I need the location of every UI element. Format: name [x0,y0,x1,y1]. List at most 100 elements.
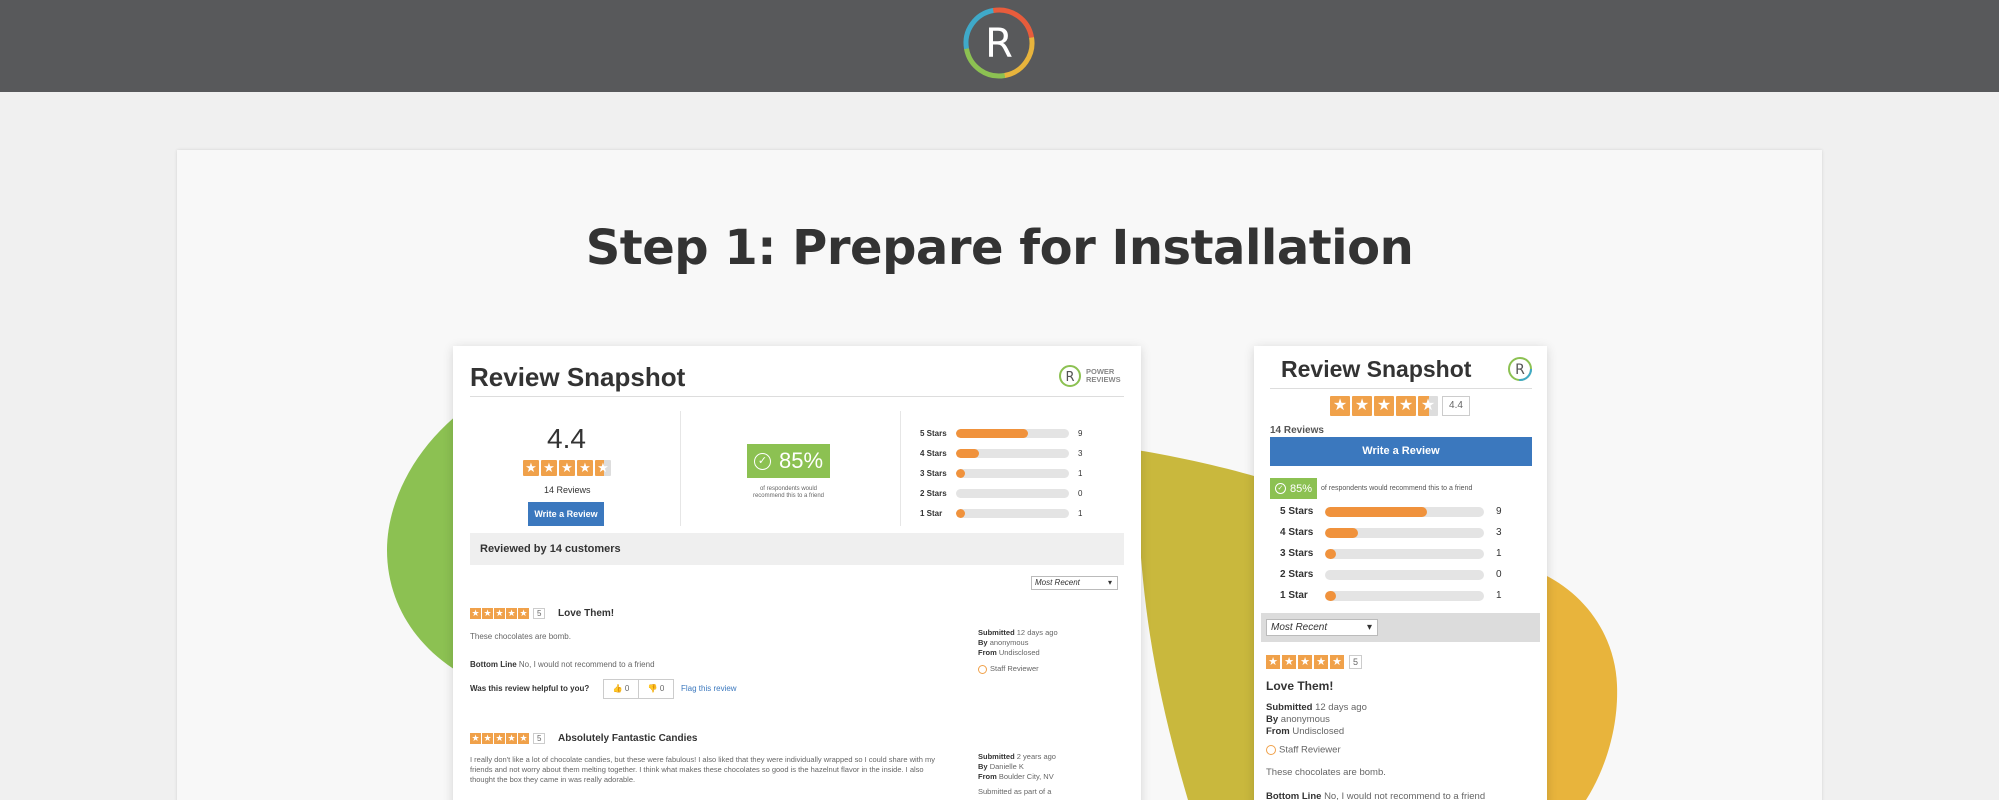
half-star-icon: ★ [1418,396,1438,416]
review-bottom-line: Bottom Line No, I would not recommend to… [470,659,940,670]
histogram-row[interactable]: 3 Stars 1 [1280,548,1502,559]
helpful-yes-button[interactable]: 👍 0 [603,679,639,699]
histogram-count: 9 [1496,506,1502,517]
histogram-bar [956,429,1069,438]
staff-reviewer-badge: Staff Reviewer [990,664,1039,673]
from-value: Undisclosed [998,648,1040,657]
write-review-button[interactable]: Write a Review [1270,437,1532,466]
star-icon: ★ [1330,655,1344,669]
helpful-no-button[interactable]: 👎 0 [638,679,674,699]
histogram-row[interactable]: 5 Stars 9 [920,429,1082,438]
average-stars: ★ ★ ★ ★ ★ [523,460,611,476]
from-value: Boulder City, NV [998,772,1054,781]
star-icon: ★ [1266,655,1280,669]
mobile-review-snapshot: Review Snapshot R ★ ★ ★ ★ ★ 4.4 14 Revie… [1254,346,1547,800]
review-bottom-line: Bottom Line No, I would not recommend to… [1266,791,1485,800]
histogram-row[interactable]: 4 Stars 3 [1280,527,1502,538]
histogram-label: 5 Stars [1280,506,1314,517]
histogram-bar-fill [956,469,965,478]
helpful-question: Was this review helpful to you? [470,684,590,693]
pr-ring-icon: R [1508,357,1532,381]
star-icon: ★ [506,733,517,744]
histogram-count: 0 [1078,489,1083,498]
histogram-bar [1325,569,1484,580]
submitted-value: 2 years ago [1016,752,1056,761]
sort-value: Most Recent [1035,578,1080,587]
histogram-row[interactable]: 3 Stars 1 [920,469,1082,478]
submitted-label: Submitted [978,752,1015,761]
review-body: I really don't like a lot of chocolate c… [470,755,936,784]
recommend-text: of respondents would recommend this to a… [1321,485,1473,492]
histogram-row[interactable]: 1 Star 1 [1280,590,1502,601]
histogram-row[interactable]: 2 Stars 0 [1280,569,1502,580]
sort-value: Most Recent [1271,622,1328,633]
sort-select[interactable]: Most Recent ▾ [1031,576,1118,590]
histogram-label: 3 Stars [1280,548,1314,559]
top-bar: R [0,0,1999,92]
submitted-as-part-text: Submitted as part of a [978,787,1052,796]
star-icon: ★ [1314,655,1328,669]
review-headline: Absolutely Fantastic Candies [558,733,698,744]
histogram-row[interactable]: 2 Stars 0 [920,489,1082,498]
recommend-text-line: of respondents would [759,486,818,492]
histogram-row[interactable]: 5 Stars 9 [1280,506,1502,517]
helpful-no-count: 0 [659,684,665,693]
histogram-label: 5 Stars [920,429,947,438]
average-rating: 4.4 [1442,396,1470,416]
staff-reviewer-row: Staff Reviewer [1266,745,1341,756]
chevron-down-icon: ▾ [1366,622,1372,633]
check-icon: ✓ [753,452,771,470]
histogram-bar [956,449,1069,458]
star-icon: ★ [559,460,575,476]
by-value: anonymous [989,638,1029,647]
gold-blob-shape [1545,575,1618,800]
bottom-line-label: Bottom Line [1266,791,1322,800]
histogram-count: 1 [1496,590,1502,601]
desktop-review-snapshot: Review Snapshot R POWER REVIEWS 4.4 ★ ★ … [453,346,1141,800]
histogram-bar-fill [1325,527,1359,538]
check-icon: ✓ [1274,483,1286,494]
star-icon: ★ [541,460,557,476]
histogram-label: 2 Stars [920,489,947,498]
recommend-text: of respondents would recommend this to a… [747,486,830,500]
histogram-count: 3 [1078,449,1083,458]
histogram-bar-fill [956,429,1029,438]
recommend-text-line: recommend this to a friend [752,493,825,499]
submitted-label: Submitted [978,628,1015,637]
star-icon: ★ [506,608,517,619]
column-divider [900,411,901,526]
histogram-count: 3 [1496,527,1502,538]
review-stars: ★ ★ ★ ★ ★ 5 [1266,655,1363,669]
review-count: 14 Reviews [1270,425,1324,436]
histogram-label: 1 Star [920,509,943,518]
histogram-count: 0 [1496,569,1502,580]
from-label: From [1266,726,1290,737]
pr-ring-icon: R [1059,365,1081,387]
powerreviews-logo-icon[interactable]: R [961,5,1037,81]
histogram-row[interactable]: 1 Star 1 [920,509,1082,518]
star-icon: ★ [1374,396,1394,416]
recommend-percent: 85% [778,448,824,473]
reviewed-by-bar: Reviewed by 14 customers [470,533,1124,565]
logo-text-reviews: REVIEWS [1086,375,1121,384]
recommend-badge: ✓ 85% [1270,478,1317,499]
histogram-bar [1325,590,1484,601]
submitted-label: Submitted [1266,702,1313,713]
histogram-bar-fill [956,449,979,458]
bottom-line-label: Bottom Line [470,660,517,669]
svg-text:R: R [1065,370,1074,385]
histogram-count: 1 [1078,509,1083,518]
histogram-bar-fill [956,509,965,518]
title-divider [1270,388,1532,389]
histogram-label: 4 Stars [1280,527,1314,538]
flag-review-link[interactable]: Flag this review [681,684,737,693]
write-review-button[interactable]: Write a Review [528,502,604,526]
histogram-row[interactable]: 4 Stars 3 [920,449,1082,458]
histogram-bar [1325,506,1484,517]
sort-select[interactable]: Most Recent ▾ [1266,619,1378,636]
star-icon: ★ [1330,396,1350,416]
from-label: From [978,772,997,781]
snapshot-title: Review Snapshot [470,362,686,392]
review-count: 14 Reviews [544,485,591,495]
average-stars: ★ ★ ★ ★ ★ [1330,396,1438,416]
